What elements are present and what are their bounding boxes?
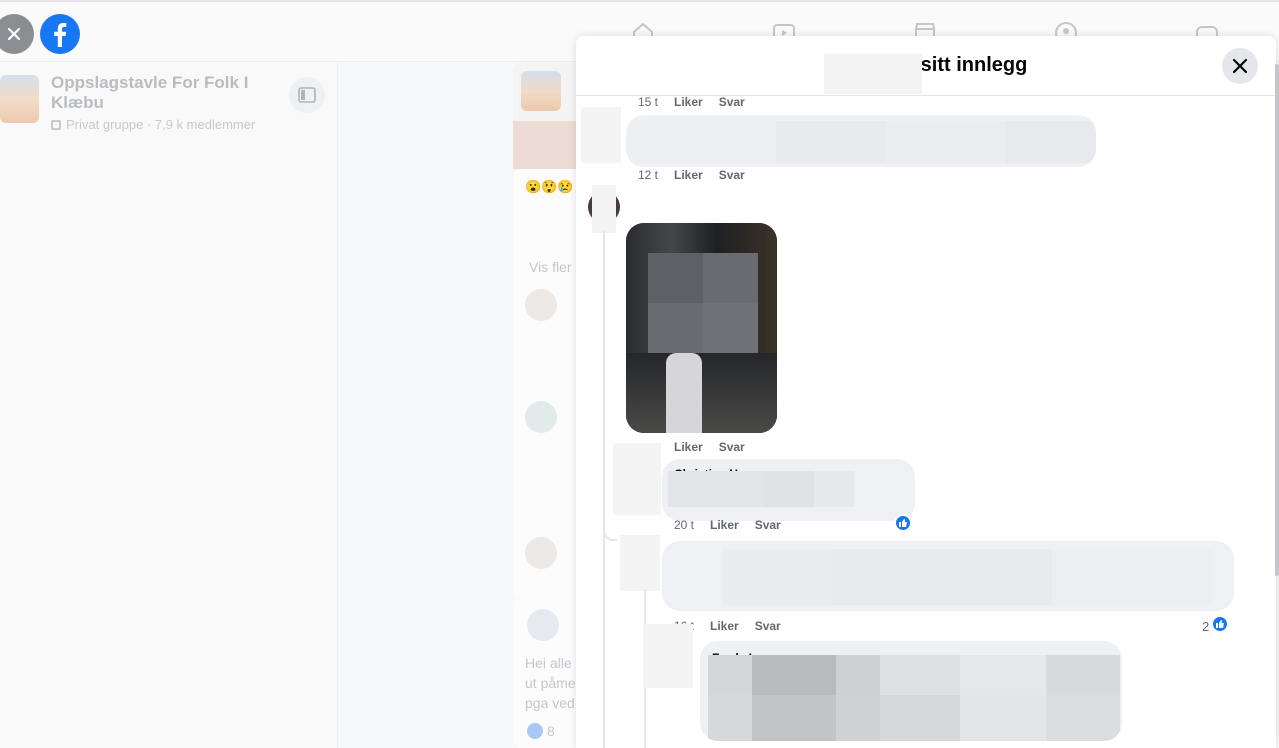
blurred-author-name [824, 54, 922, 94]
comment-time[interactable]: 12 t [638, 168, 658, 182]
comment-photo[interactable] [626, 223, 777, 433]
reply-link[interactable]: Svar [719, 168, 745, 182]
like-link[interactable]: Liker [710, 518, 739, 532]
comment-actions: 12 t Liker Svar [638, 168, 745, 182]
avatar [525, 537, 557, 569]
lock-icon [51, 120, 61, 130]
group-feed: 😮😲😢 Vis fler Hei alle ut påme pga ved 8 [513, 63, 583, 748]
post-card: 😮😲😢 Vis fler [513, 169, 583, 599]
like-link[interactable]: Liker [710, 619, 739, 633]
like-icon [527, 723, 543, 739]
avatar[interactable] [643, 624, 693, 688]
comment-bubble [626, 115, 1096, 167]
avatar [525, 401, 557, 433]
group-thumbnail [521, 71, 561, 111]
avatar[interactable] [581, 107, 621, 163]
modal-header: sitt innlegg [576, 36, 1276, 96]
avatar [525, 289, 557, 321]
thread-connector [603, 521, 617, 541]
like-reaction-icon[interactable] [894, 514, 912, 532]
comment-actions: 15 t Liker Svar [638, 95, 745, 109]
sidebar-toggle-icon [298, 87, 316, 103]
group-meta: Privat gruppe · 7,9 k medlemmer [51, 117, 255, 132]
close-viewer-button[interactable] [0, 14, 34, 54]
reply-like-count: 2 [1202, 619, 1210, 634]
post-text: pga ved [525, 695, 575, 711]
group-meta-text: Privat gruppe · 7,9 k medlemmer [66, 117, 256, 132]
post-modal: sitt innlegg 15 t Liker Svar 12 t Liker … [576, 36, 1276, 748]
reply-bubble [662, 541, 1234, 611]
like-reaction-icon[interactable] [1211, 615, 1229, 633]
like-link[interactable]: Liker [674, 168, 703, 182]
comment-time[interactable]: 20 t [674, 518, 694, 532]
reply-link[interactable]: Svar [719, 95, 745, 109]
thumbs-up-icon [1216, 620, 1224, 628]
comment-time[interactable]: 15 t [638, 95, 658, 109]
post-image-fragment [513, 121, 583, 169]
reply-link[interactable]: Svar [755, 619, 781, 633]
like-link[interactable]: Liker [674, 440, 703, 454]
group-name[interactable]: Oppslagstavle For Folk I Klæbu [51, 73, 271, 113]
avatar [527, 609, 559, 641]
thumbs-up-icon [899, 519, 907, 527]
avatar-blur [592, 185, 616, 233]
post-likes[interactable]: 8 [527, 723, 555, 739]
facebook-logo-icon[interactable] [40, 14, 80, 54]
group-sidebar: Oppslagstavle For Folk I Klæbu Privat gr… [0, 63, 338, 748]
reactions-icon[interactable]: 😮😲😢 [525, 179, 574, 195]
reply-bubble: Christian H. [662, 459, 915, 521]
show-more-comments[interactable]: Vis fler [529, 259, 572, 275]
avatar[interactable] [613, 443, 661, 515]
close-icon [7, 27, 21, 41]
comment-actions: Liker Svar [674, 440, 745, 454]
post-card: Hei alle ut påme pga ved 8 [513, 597, 583, 748]
thread-line [603, 231, 605, 748]
post-text: ut påme [525, 675, 576, 691]
like-link[interactable]: Liker [674, 95, 703, 109]
close-modal-button[interactable] [1222, 48, 1258, 84]
comments-list[interactable]: 15 t Liker Svar 12 t Liker Svar Liker Sv… [576, 95, 1276, 748]
reply-link[interactable]: Svar [719, 440, 745, 454]
sidebar-toggle-button[interactable] [289, 77, 325, 113]
post-text: Hei alle [525, 655, 572, 671]
group-cover-thumbnail[interactable] [0, 75, 39, 123]
reply-link[interactable]: Svar [755, 518, 781, 532]
nested-reply-bubble: Frode L. [700, 641, 1122, 741]
post-like-count: 8 [547, 723, 555, 739]
comment-actions: 20 t Liker Svar [674, 518, 781, 532]
close-icon [1232, 58, 1248, 74]
avatar[interactable] [620, 535, 660, 591]
page-scrollbar[interactable] [1275, 64, 1279, 576]
